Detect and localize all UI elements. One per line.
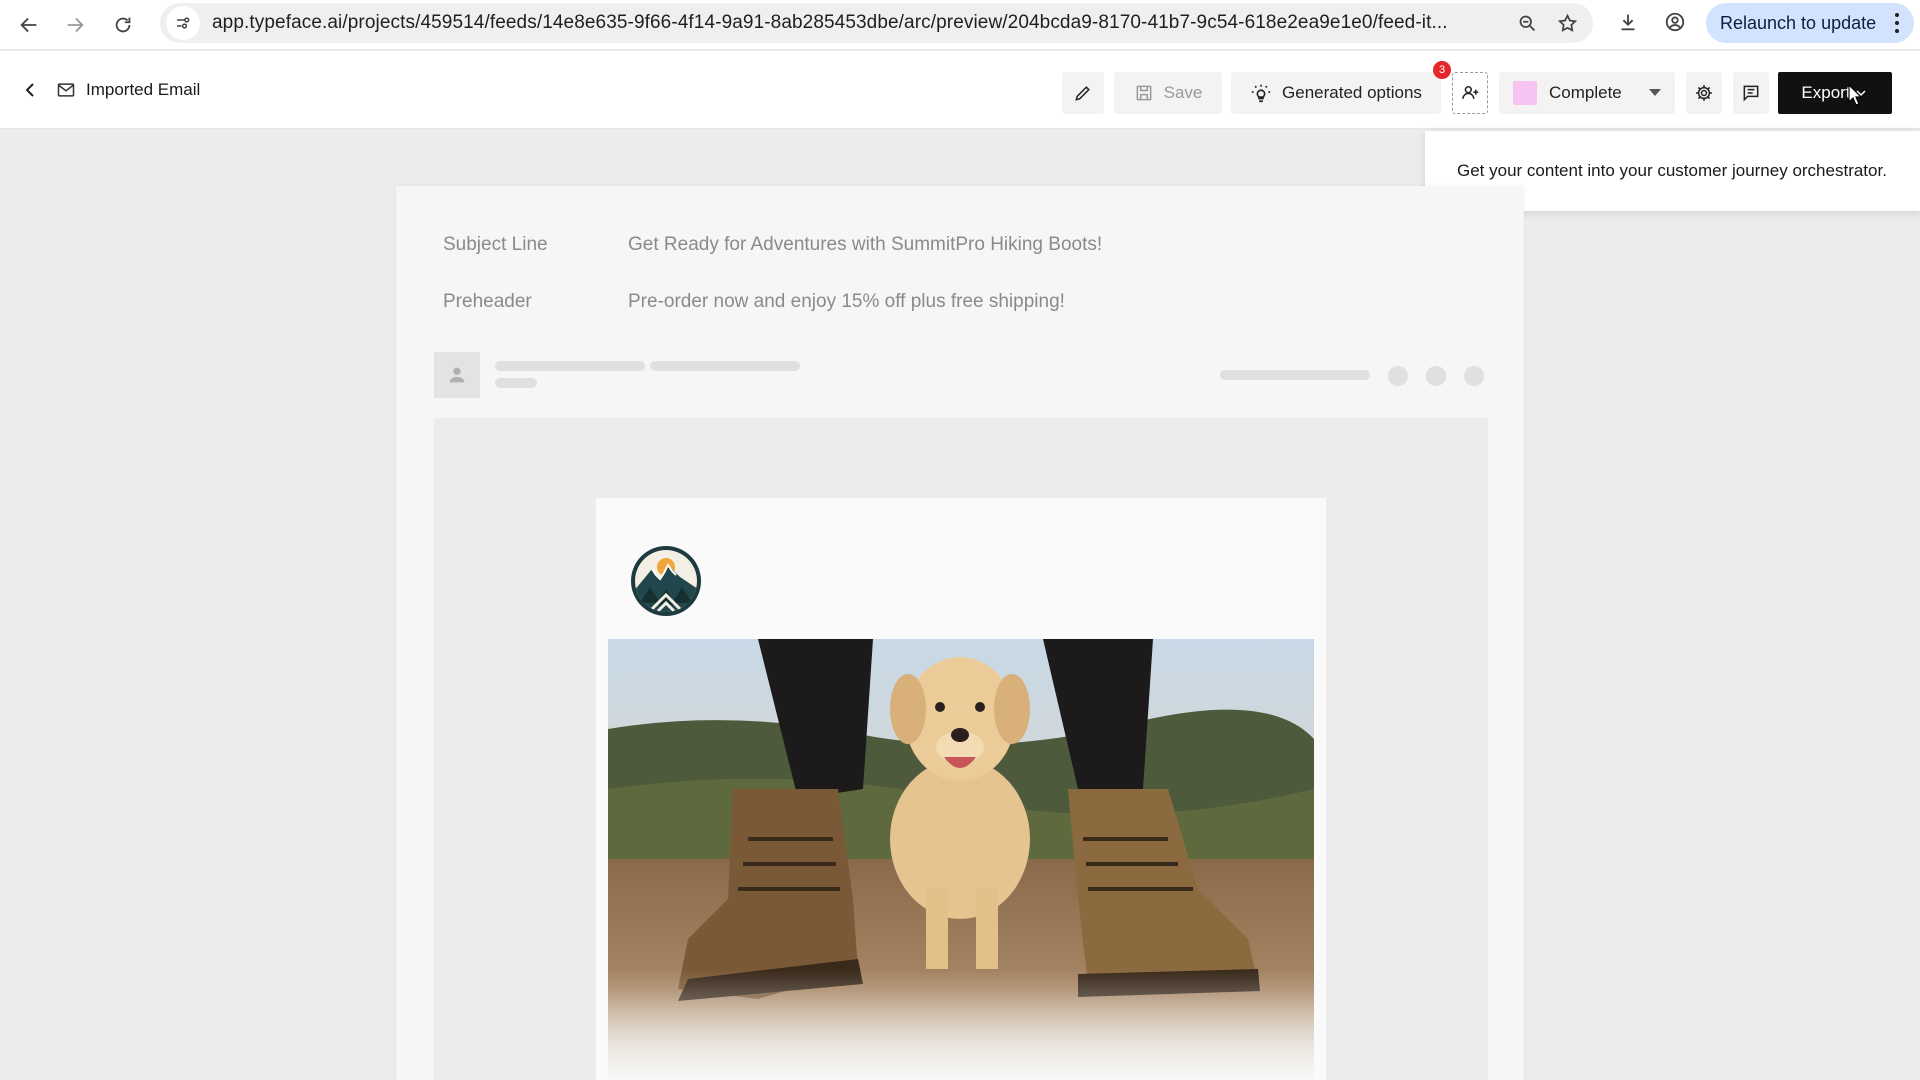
pencil-icon: [1073, 83, 1093, 103]
status-color-swatch: [1513, 81, 1537, 105]
url-text[interactable]: app.typeface.ai/projects/459514/feeds/14…: [212, 12, 1532, 34]
save-button[interactable]: Save: [1114, 72, 1222, 114]
skeleton-line: [495, 378, 537, 388]
gear-icon: [1694, 83, 1714, 103]
download-icon[interactable]: [1610, 4, 1646, 40]
comment-icon: [1741, 83, 1761, 103]
mail-icon: [56, 80, 76, 100]
zoom-icon[interactable]: [1513, 9, 1541, 37]
hero-image: [608, 639, 1314, 1080]
email-content: [596, 498, 1326, 1080]
breadcrumb-title: Imported Email: [86, 80, 200, 100]
subject-label: Subject Line: [443, 234, 623, 256]
generated-options-label: Generated options: [1282, 83, 1422, 103]
relaunch-label: Relaunch to update: [1720, 13, 1876, 34]
site-info-icon[interactable]: [166, 6, 200, 40]
relaunch-button[interactable]: Relaunch to update: [1706, 3, 1914, 43]
save-icon: [1134, 83, 1154, 103]
profile-icon[interactable]: [1657, 4, 1693, 40]
skeleton-dot: [1388, 366, 1408, 386]
skeleton-line: [1220, 370, 1370, 380]
more-vert-icon[interactable]: [1890, 11, 1904, 35]
reload-icon[interactable]: [100, 2, 146, 48]
chevron-down-icon: [1649, 89, 1661, 96]
person-icon: [446, 364, 468, 386]
generated-options-count-badge: 3: [1433, 61, 1451, 79]
lightbulb-icon: [1250, 82, 1272, 104]
back-arrow-icon[interactable]: [6, 2, 52, 48]
breadcrumb: Imported Email: [56, 77, 200, 103]
status-label: Complete: [1549, 83, 1622, 103]
sender-placeholder-row: [434, 352, 1488, 398]
forward-arrow-icon[interactable]: [52, 2, 98, 48]
mouse-pointer-icon: [1848, 84, 1864, 108]
skeleton-dot: [1464, 366, 1484, 386]
save-label: Save: [1164, 83, 1203, 103]
brand-logo: [630, 545, 702, 617]
skeleton-dot: [1426, 366, 1446, 386]
avatar: [434, 352, 480, 398]
settings-button[interactable]: [1686, 72, 1722, 114]
app-toolbar: Imported Email Save Generated options Co…: [0, 51, 1920, 129]
subject-value[interactable]: Get Ready for Adventures with SummitPro …: [628, 234, 1102, 256]
skeleton-line: [650, 361, 800, 371]
export-label: Export: [1801, 83, 1850, 103]
preheader-label: Preheader: [443, 291, 623, 313]
edit-button[interactable]: [1062, 72, 1104, 114]
email-body-background: [434, 418, 1488, 1080]
email-preview-card: Subject Line Get Ready for Adventures wi…: [396, 186, 1524, 1080]
bookmark-star-icon[interactable]: [1553, 9, 1581, 37]
preheader-value[interactable]: Pre-order now and enjoy 15% off plus fre…: [628, 291, 1065, 313]
address-bar[interactable]: app.typeface.ai/projects/459514/feeds/14…: [160, 3, 1593, 43]
skeleton-line: [495, 361, 645, 371]
generated-options-button[interactable]: Generated options: [1231, 72, 1441, 114]
status-dropdown[interactable]: Complete: [1499, 72, 1675, 114]
add-user-icon: [1460, 83, 1480, 103]
export-button[interactable]: Export: [1778, 72, 1892, 114]
browser-toolbar: app.typeface.ai/projects/459514/feeds/14…: [0, 0, 1920, 50]
comments-button[interactable]: [1733, 72, 1769, 114]
chevron-left-icon[interactable]: [18, 78, 42, 102]
add-user-button[interactable]: [1452, 72, 1488, 114]
